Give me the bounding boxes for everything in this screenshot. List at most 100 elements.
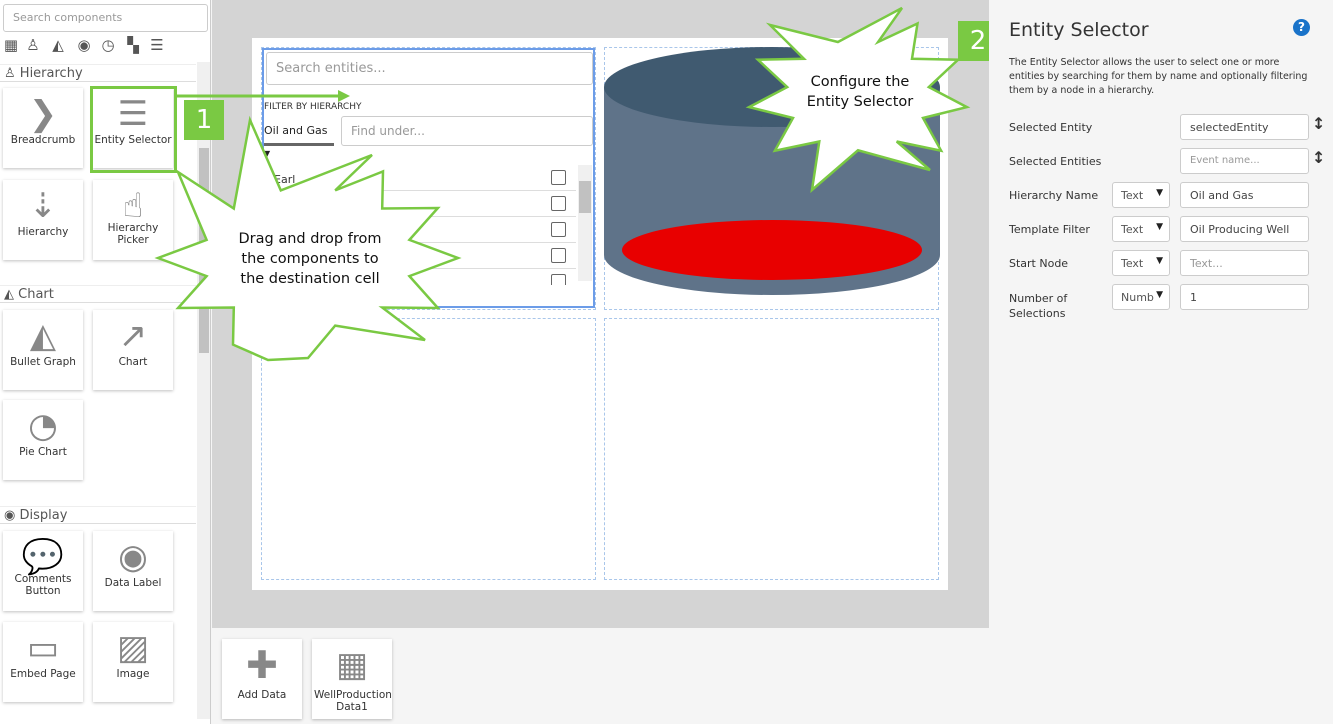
tile-image[interactable]: ▨ Image bbox=[93, 622, 173, 702]
tile-label: Breadcrumb bbox=[10, 134, 76, 146]
comments-icon: 💬 bbox=[21, 537, 65, 577]
list-item[interactable]: Esplanade bbox=[264, 191, 576, 217]
caret-down-icon: ▼ bbox=[1156, 222, 1163, 232]
hierarchy-value: Oil and Gas bbox=[264, 124, 328, 137]
checkbox[interactable] bbox=[551, 170, 566, 185]
list-item[interactable]: Earl bbox=[264, 165, 576, 191]
caret-down-icon: ▼ bbox=[1156, 188, 1163, 198]
area-chart-icon: ◭ bbox=[4, 287, 19, 302]
step-badge-1: 1 bbox=[184, 100, 224, 140]
field-label: Selected Entity bbox=[1009, 121, 1093, 134]
checkbox[interactable] bbox=[551, 274, 566, 285]
find-under-input[interactable]: Find under... bbox=[341, 116, 593, 146]
add-data-button[interactable]: ✚ Add Data bbox=[222, 639, 302, 719]
properties-description: The Entity Selector allows the user to s… bbox=[1009, 57, 1308, 96]
field-label: Hierarchy Name bbox=[1009, 189, 1099, 202]
section-hierarchy[interactable]: ♙ Hierarchy bbox=[0, 64, 196, 82]
scrollbar-thumb[interactable] bbox=[199, 148, 209, 353]
properties-title: Entity Selector bbox=[1009, 19, 1149, 41]
data-source-wellproduction[interactable]: ▦ WellProduction Data1 bbox=[312, 639, 392, 719]
checkbox[interactable] bbox=[551, 222, 566, 237]
tile-label: Comments Button bbox=[14, 573, 72, 597]
tile-data-label[interactable]: ◉ Data Label bbox=[93, 531, 173, 611]
red-ellipse bbox=[622, 220, 922, 280]
selected-entity-input[interactable]: selectedEntity bbox=[1180, 114, 1309, 140]
cell-3[interactable] bbox=[261, 318, 596, 580]
callout-line: Entity Selector bbox=[806, 94, 914, 110]
tile-label: Pie Chart bbox=[19, 446, 67, 458]
search-components-input[interactable]: Search components bbox=[3, 4, 208, 32]
callout-line: the destination cell bbox=[240, 271, 380, 287]
tile-bullet-graph[interactable]: ◭ Bullet Graph bbox=[3, 310, 83, 390]
type-select[interactable]: Numb ▼ bbox=[1112, 284, 1170, 310]
hierarchy-icon: ♙ bbox=[4, 66, 20, 81]
tile-comments-button[interactable]: 💬 Comments Button bbox=[3, 531, 83, 611]
entity-name: Earl bbox=[274, 173, 296, 186]
callout-line: the components to bbox=[241, 251, 379, 267]
chevron-right-icon: ❯ bbox=[28, 94, 58, 134]
tile-label: Image bbox=[116, 668, 150, 680]
sort-icon: ⇣ bbox=[28, 186, 58, 226]
field-label: Template Filter bbox=[1009, 223, 1090, 236]
entity-name: Esplanade bbox=[274, 199, 331, 212]
help-icon[interactable]: ? bbox=[1293, 19, 1310, 36]
tile-label: Hierarchy bbox=[17, 226, 69, 238]
eye-icon: ◉ bbox=[118, 537, 148, 577]
start-node-input[interactable]: Text... bbox=[1180, 250, 1309, 276]
template-filter-input[interactable]: Oil Producing Well bbox=[1180, 216, 1309, 242]
eye-icon[interactable]: ◉ bbox=[75, 36, 93, 54]
bind-arrow-icon[interactable]: ↕ bbox=[1312, 148, 1325, 167]
grid-icon[interactable]: ▚ bbox=[124, 36, 142, 54]
image-icon: ▨ bbox=[116, 628, 150, 668]
table-icon[interactable]: ▦ bbox=[2, 36, 20, 54]
bind-arrow-icon[interactable]: ↕ bbox=[1312, 114, 1325, 133]
tile-label: Data Label bbox=[104, 577, 162, 589]
selected-entities-input[interactable]: Event name... bbox=[1180, 148, 1309, 174]
select-value: Text bbox=[1121, 189, 1144, 202]
tile-label: Add Data bbox=[237, 689, 287, 701]
tile-chart[interactable]: ↗ Chart bbox=[93, 310, 173, 390]
clock-icon[interactable]: ◷ bbox=[99, 36, 117, 54]
tile-label: WellProduction Data1 bbox=[314, 689, 392, 713]
plus-icon: ✚ bbox=[246, 643, 278, 687]
type-select[interactable]: Text ▼ bbox=[1112, 216, 1170, 242]
tile-hierarchy[interactable]: ⇣ Hierarchy bbox=[3, 180, 83, 260]
caret-down-icon: ▼ bbox=[1156, 290, 1163, 300]
section-label: Display bbox=[19, 508, 68, 523]
tile-hierarchy-picker[interactable]: ☝ Hierarchy Picker bbox=[93, 180, 173, 260]
tile-pie-chart[interactable]: ◔ Pie Chart bbox=[3, 400, 83, 480]
checkbox[interactable] bbox=[551, 248, 566, 263]
callout-line: Configure the bbox=[810, 74, 910, 90]
type-select[interactable]: Text ▼ bbox=[1112, 182, 1170, 208]
cell-4[interactable] bbox=[604, 318, 939, 580]
section-label: Hierarchy bbox=[19, 66, 83, 81]
hierarchy-name-input[interactable]: Oil and Gas bbox=[1180, 182, 1309, 208]
tile-breadcrumb[interactable]: ❯ Breadcrumb bbox=[3, 88, 83, 168]
tile-label: Embed Page bbox=[10, 668, 76, 680]
field-label: Selected Entities bbox=[1009, 155, 1102, 168]
configure-callout-text: Configure the Entity Selector bbox=[790, 72, 930, 112]
hierarchy-dropdown[interactable]: Oil and Gas ▼ bbox=[264, 120, 334, 158]
sliders-icon[interactable]: ☰ bbox=[148, 36, 166, 54]
hand-pointer-icon: ☝ bbox=[122, 186, 144, 226]
field-label: Start Node bbox=[1009, 257, 1069, 270]
tile-embed-page[interactable]: ▭ Embed Page bbox=[3, 622, 83, 702]
section-label: Chart bbox=[18, 287, 54, 302]
list-scrollbar[interactable] bbox=[578, 165, 592, 281]
checkbox[interactable] bbox=[551, 196, 566, 211]
tile-label: Hierarchy Picker bbox=[107, 222, 159, 246]
search-entities-input[interactable]: Search entities... bbox=[266, 52, 593, 85]
components-panel: Search components ▦ ♙ ◭ ◉ ◷ ▚ ☰ ♙ Hierar… bbox=[0, 0, 211, 724]
scrollbar-thumb[interactable] bbox=[579, 181, 591, 213]
hierarchy-icon[interactable]: ♙ bbox=[24, 36, 42, 54]
area-chart-icon[interactable]: ◭ bbox=[49, 36, 67, 54]
callout-line: Drag and drop from bbox=[238, 231, 382, 247]
type-select[interactable]: Text ▼ bbox=[1112, 250, 1170, 276]
filter-label: FILTER BY HIERARCHY bbox=[264, 102, 362, 112]
select-value: Text bbox=[1121, 257, 1144, 270]
pie-chart-icon: ◔ bbox=[28, 406, 58, 446]
highlight-box bbox=[90, 86, 177, 173]
section-display[interactable]: ◉ Display bbox=[0, 506, 196, 524]
number-of-selections-input[interactable]: 1 bbox=[1180, 284, 1309, 310]
section-chart[interactable]: ◭ Chart bbox=[0, 285, 196, 303]
